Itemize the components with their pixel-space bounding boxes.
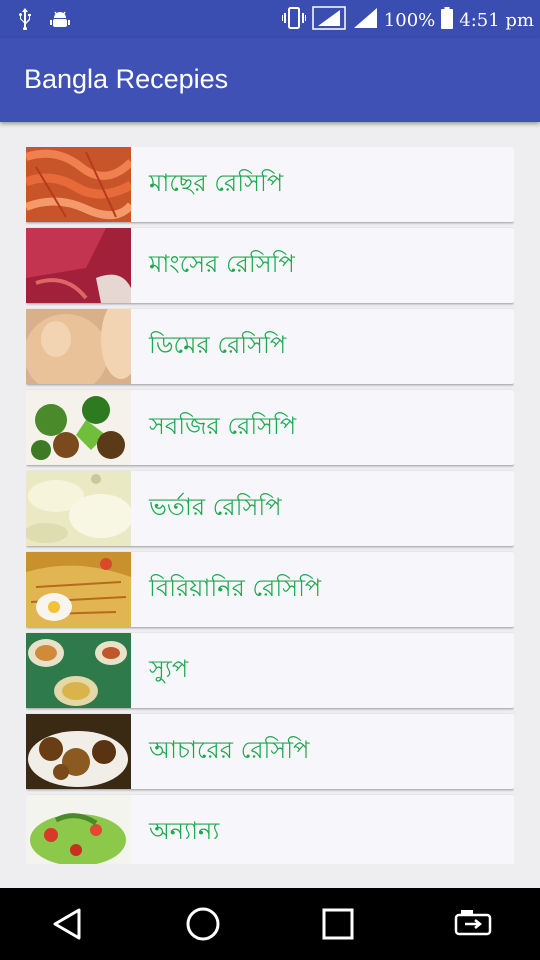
- list-item-mash[interactable]: ভর্তার রেসিপি: [26, 471, 514, 546]
- back-button[interactable]: [38, 894, 98, 954]
- list-item-label: আচারের রেসিপি: [149, 735, 310, 764]
- signal-icon: [312, 6, 346, 35]
- mash-photo: [26, 471, 131, 546]
- list-item-soup[interactable]: স্যুপ: [26, 633, 514, 708]
- app-title: Bangla Recepies: [24, 64, 229, 94]
- recipe-category-list[interactable]: মাছের রেসিপি মাংসের রেসিপি ডিমের রেসিপি …: [26, 147, 514, 864]
- salad-photo: [26, 795, 131, 864]
- list-item-vegetable[interactable]: সবজির রেসিপি: [26, 390, 514, 465]
- navigation-bar: [0, 888, 540, 960]
- status-bar: 100% 4:51 pm: [0, 0, 540, 38]
- screen-mirror-button[interactable]: [443, 894, 503, 954]
- list-item-label: স্যুপ: [149, 654, 189, 683]
- list-item-label: মাংসের রেসিপি: [149, 249, 295, 278]
- home-button[interactable]: [173, 894, 233, 954]
- list-item-egg[interactable]: ডিমের রেসিপি: [26, 309, 514, 384]
- clock: 4:51 pm: [459, 10, 534, 31]
- list-item-biryani[interactable]: বিরিয়ানির রেসিপি: [26, 552, 514, 627]
- vibrate-icon: [280, 7, 307, 34]
- home-icon: [186, 907, 219, 941]
- screen-mirror-icon: [454, 910, 491, 936]
- soup-photo: [26, 633, 131, 708]
- android-debug-icon: [50, 9, 70, 33]
- battery-percent: 100%: [383, 10, 436, 31]
- pickle-photo: [26, 714, 131, 789]
- list-item-fish[interactable]: মাছের রেসিপি: [26, 147, 514, 222]
- list-item-pickle[interactable]: আচারের রেসিপি: [26, 714, 514, 789]
- list-item-label: ভর্তার রেসিপি: [149, 492, 282, 521]
- shrimp-photo: [26, 147, 131, 222]
- usb-icon: [18, 8, 32, 34]
- list-item-meat[interactable]: মাংসের রেসিপি: [26, 228, 514, 303]
- recents-icon: [322, 908, 353, 940]
- list-item-label: সবজির রেসিপি: [149, 411, 297, 440]
- biryani-photo: [26, 552, 131, 627]
- list-item-others[interactable]: অন্যান্য: [26, 795, 514, 864]
- list-item-label: অন্যান্য: [149, 816, 220, 845]
- egg-photo: [26, 309, 131, 384]
- list-item-label: মাছের রেসিপি: [149, 168, 284, 197]
- meat-photo: [26, 228, 131, 303]
- list-item-label: বিরিয়ানির রেসিপি: [149, 573, 322, 602]
- battery-icon: [441, 7, 454, 34]
- vegetable-photo: [26, 390, 131, 465]
- recents-button[interactable]: [308, 894, 368, 954]
- app-bar: Bangla Recepies: [0, 38, 540, 122]
- list-item-label: ডিমের রেসিপি: [149, 330, 287, 359]
- back-icon: [53, 908, 80, 940]
- signal-icon: [352, 7, 378, 34]
